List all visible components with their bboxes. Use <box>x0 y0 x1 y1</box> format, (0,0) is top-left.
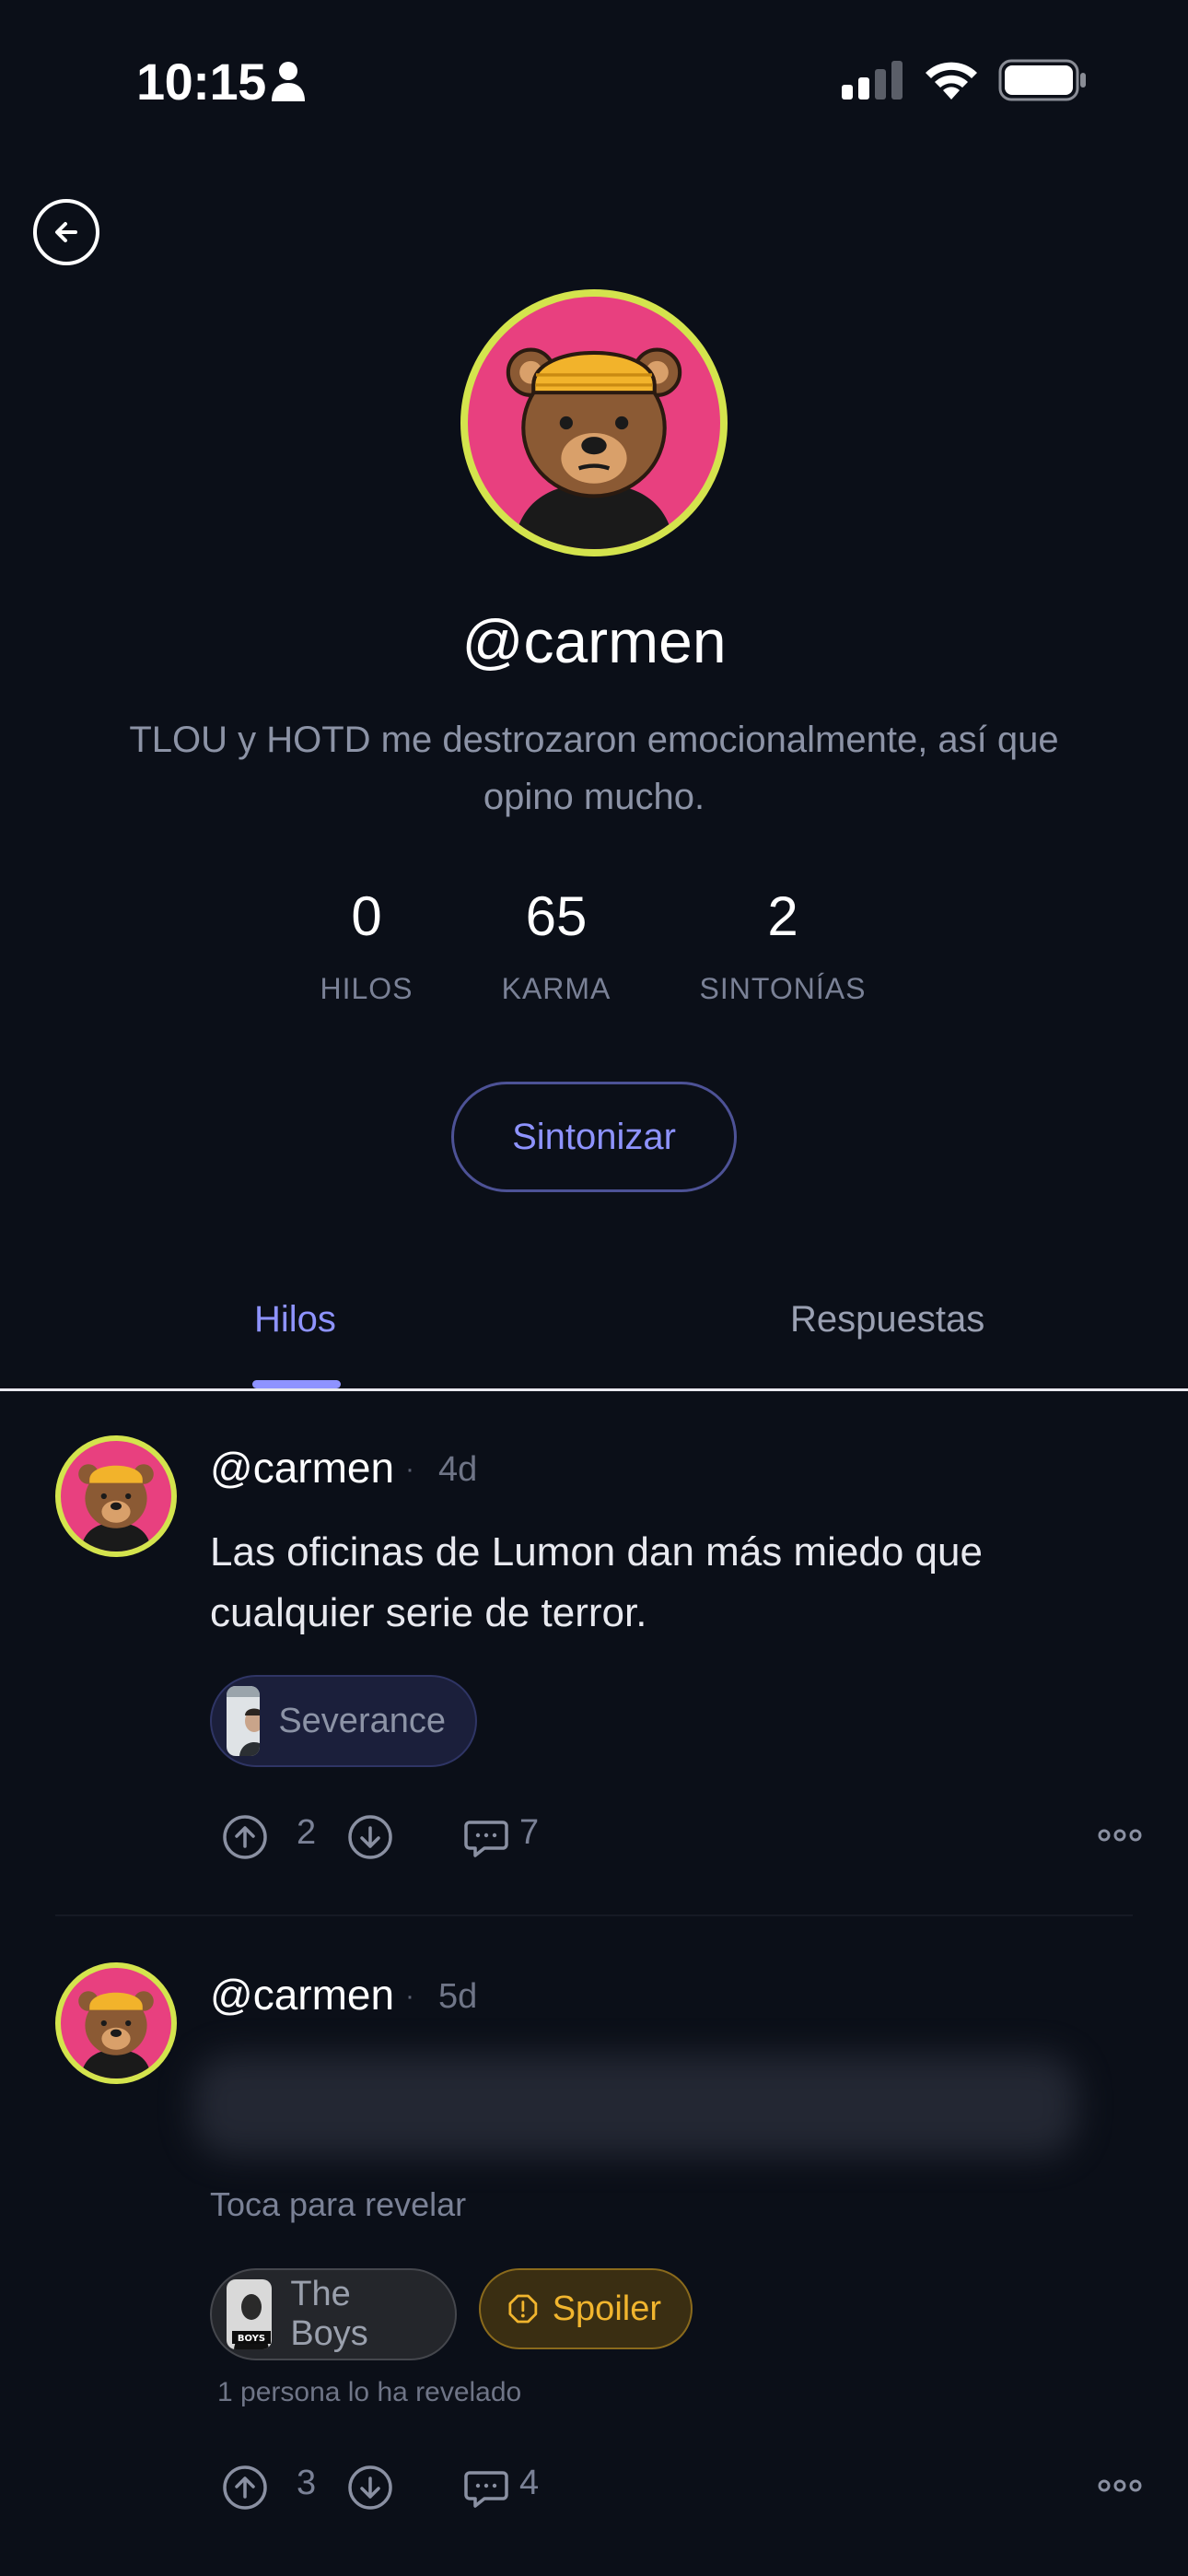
post-username[interactable]: @carmen <box>210 1443 394 1493</box>
more-options-icon[interactable] <box>1098 2478 1142 2493</box>
follow-button[interactable]: Sintonizar <box>451 1082 737 1192</box>
stat-value: 2 <box>767 885 798 947</box>
downvote-arrow-icon[interactable] <box>346 1813 394 1861</box>
bear-avatar-icon <box>78 1991 154 2078</box>
comment-bubble-icon[interactable] <box>462 1813 510 1861</box>
wifi-icon <box>926 62 977 100</box>
post-username[interactable]: @carmen <box>210 1970 394 2020</box>
post-avatar[interactable] <box>55 1435 177 1557</box>
comment-bubble-icon[interactable] <box>462 2464 510 2512</box>
post-text[interactable]: Las oficinas de Lumon dan más miedo que … <box>210 1522 1131 1644</box>
vote-count: 3 <box>297 2464 317 2502</box>
stat-label: HILOS <box>320 972 413 1005</box>
stat-sintonias[interactable]: 2 SINTONÍAS <box>672 884 893 1006</box>
revealed-count: 1 persona lo ha revelado <box>217 2377 522 2407</box>
stat-hilos: 0 HILOS <box>256 884 477 1006</box>
back-button[interactable] <box>33 199 99 265</box>
bear-avatar-icon <box>78 1464 154 1551</box>
stat-karma: 65 KARMA <box>446 884 667 1006</box>
stat-value: 0 <box>351 885 382 947</box>
tab-hilos[interactable]: Hilos <box>254 1299 336 1341</box>
show-chip-label: The Boys <box>290 2275 368 2353</box>
spoiler-label: Spoiler <box>552 2289 661 2328</box>
profile-avatar <box>460 289 728 556</box>
show-chip-severance[interactable]: Severance <box>210 1675 477 1767</box>
svg-text:BOYS: BOYS <box>238 2334 265 2344</box>
show-chip-the-boys[interactable]: BOYS The Boys <box>210 2268 457 2360</box>
profile-bio: TLOU y HOTD me destrozaron emocionalment… <box>129 720 1059 817</box>
bear-avatar-icon <box>506 347 682 549</box>
post-timestamp: 5d <box>438 1977 478 2016</box>
warning-octagon-icon <box>508 2294 538 2324</box>
post-timestamp: 4d <box>438 1450 478 1489</box>
post-separator: · <box>405 1454 414 1484</box>
post-actions: 3 4 <box>221 2458 1142 2513</box>
stat-label: KARMA <box>501 972 611 1005</box>
spoiler-badge: Spoiler <box>479 2268 693 2349</box>
downvote-arrow-icon[interactable] <box>346 2464 394 2512</box>
profile-stats: 0 HILOS 65 KARMA 2 SINTONÍAS <box>0 884 1188 1013</box>
post-separator: · <box>405 1981 414 2011</box>
post-actions: 2 7 <box>221 1808 1142 1863</box>
comment-count: 4 <box>519 2464 540 2502</box>
comment-count: 7 <box>519 1813 540 1852</box>
stat-value: 65 <box>525 885 588 947</box>
vote-count: 2 <box>297 1813 317 1852</box>
show-chip-label: Severance <box>278 1701 446 1740</box>
show-poster-thumbnail: BOYS <box>227 2279 273 2349</box>
person-icon <box>272 62 305 101</box>
post-avatar[interactable] <box>55 1962 177 2084</box>
battery-icon <box>998 59 1086 101</box>
status-bar: 10:15 <box>0 0 1188 157</box>
tab-active-indicator <box>252 1380 341 1388</box>
spoiler-blurred-text[interactable] <box>193 2055 1077 2156</box>
cellular-signal-icon <box>842 61 903 100</box>
status-time: 10:15 <box>136 53 266 111</box>
tap-to-reveal-hint[interactable]: Toca para revelar <box>210 2185 466 2224</box>
more-options-icon[interactable] <box>1098 1828 1142 1843</box>
show-poster-thumbnail <box>227 1686 261 1756</box>
upvote-arrow-icon[interactable] <box>221 2464 269 2512</box>
post-divider <box>55 1914 1133 1916</box>
tab-respuestas[interactable]: Respuestas <box>790 1299 984 1341</box>
stat-label: SINTONÍAS <box>699 972 867 1005</box>
profile-username: @carmen <box>461 607 727 675</box>
profile-tabs: Hilos Respuestas <box>0 1271 1188 1391</box>
arrow-left-icon <box>55 222 77 242</box>
upvote-arrow-icon[interactable] <box>221 1813 269 1861</box>
